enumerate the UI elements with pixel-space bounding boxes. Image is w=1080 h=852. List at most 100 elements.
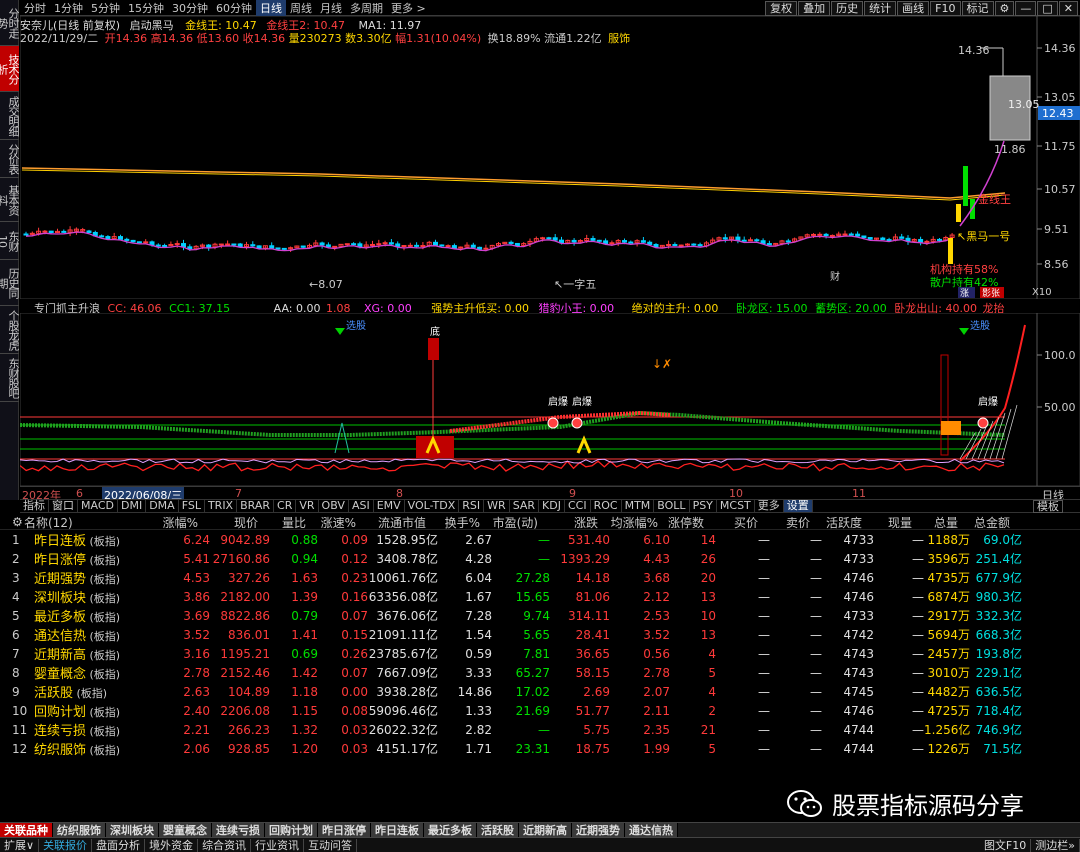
- related-tab-2[interactable]: 深圳板块: [106, 823, 159, 837]
- vtab-0[interactable]: 分时走势: [0, 0, 20, 46]
- indicator-tab-25[interactable]: 设置: [783, 500, 813, 512]
- row-name[interactable]: 最近多板 (板指): [30, 606, 142, 625]
- row-name[interactable]: 近期新高 (板指): [30, 644, 142, 663]
- indicator-tab-4[interactable]: DMA: [146, 500, 179, 512]
- toolbar-button-1[interactable]: 叠加: [798, 0, 831, 16]
- row-name[interactable]: 昨日涨停 (板指): [30, 549, 142, 568]
- vtab-7[interactable]: 个股龙虎: [0, 306, 20, 354]
- table-row[interactable]: 4 深圳板块 (板指) 3.86 2182.00 1.39 0.16 63356.08亿 1.…: [0, 587, 1080, 607]
- indicator-tab-22[interactable]: PSY: [690, 500, 717, 512]
- table-row[interactable]: 3 近期强势 (板指) 4.53 327.26 1.63 0.23 10061.76亿 6.0…: [0, 568, 1080, 588]
- row-name[interactable]: 深圳板块 (板指): [30, 587, 142, 606]
- close-icon[interactable]: ✕: [1058, 0, 1078, 16]
- table-row[interactable]: 10 回购计划 (板指) 2.40 2206.08 1.15 0.08 59096.46亿 1…: [0, 701, 1080, 721]
- period-tab-4[interactable]: 30分钟: [168, 0, 212, 16]
- table-row[interactable]: 5 最近多板 (板指) 3.69 8822.86 0.79 0.07 3676.06亿 7.2…: [0, 606, 1080, 626]
- period-tab-1[interactable]: 1分钟: [50, 0, 87, 16]
- col-header-6[interactable]: 换手%: [426, 514, 480, 531]
- status-item-5[interactable]: 行业资讯: [251, 838, 305, 852]
- indicator-tab-9[interactable]: VR: [296, 500, 319, 512]
- row-name[interactable]: 昨日连板 (板指): [30, 530, 142, 549]
- vtab-8[interactable]: 东财股吧: [0, 354, 20, 402]
- table-row[interactable]: 11 连续亏损 (板指) 2.21 266.23 1.32 0.03 26022.32亿 2.…: [0, 720, 1080, 740]
- minimize-icon[interactable]: —: [1015, 0, 1037, 16]
- table-row[interactable]: 8 婴童概念 (板指) 2.78 2152.46 1.42 0.07 7667.09亿 3.3…: [0, 663, 1080, 683]
- settings-gear-icon[interactable]: ⚙: [0, 515, 23, 529]
- status-item-6[interactable]: 互动问答: [304, 838, 358, 852]
- related-tab-0[interactable]: 关联品种: [0, 823, 53, 837]
- col-header-5[interactable]: 流通市值: [356, 514, 426, 531]
- col-header-16[interactable]: 总金额: [958, 514, 1010, 531]
- period-tab-10[interactable]: 更多 >: [387, 0, 430, 16]
- toolbar-button-2[interactable]: 历史: [831, 0, 864, 16]
- col-header-12[interactable]: 卖价: [758, 514, 810, 531]
- template-button[interactable]: 模板: [1033, 500, 1063, 513]
- indicator-tab-17[interactable]: KDJ: [539, 500, 565, 512]
- indicator-tab-19[interactable]: ROC: [591, 500, 622, 512]
- vtab-5[interactable]: 东财10: [0, 222, 20, 260]
- toolbar-button-0[interactable]: 复权: [765, 0, 798, 16]
- period-tab-2[interactable]: 5分钟: [87, 0, 124, 16]
- indicator-tab-23[interactable]: MCST: [717, 500, 755, 512]
- row-name[interactable]: 近期强势 (板指): [30, 568, 142, 587]
- col-header-0[interactable]: 名称(12): [14, 514, 130, 531]
- indicator-tab-1[interactable]: 窗口: [49, 500, 78, 512]
- period-tab-6[interactable]: 日线: [256, 0, 286, 16]
- period-tab-7[interactable]: 周线: [286, 0, 316, 16]
- period-tab-0[interactable]: 分时: [20, 0, 50, 16]
- row-name[interactable]: 连续亏损 (板指): [30, 720, 142, 739]
- row-name[interactable]: 活跃股 (板指): [30, 682, 142, 701]
- col-header-8[interactable]: 涨跌: [538, 514, 598, 531]
- toolbar-button-7[interactable]: ⚙: [994, 0, 1015, 16]
- period-tab-5[interactable]: 60分钟: [212, 0, 256, 16]
- col-header-4[interactable]: 涨速%: [306, 514, 356, 531]
- col-header-1[interactable]: 涨幅%: [130, 514, 198, 531]
- related-tab-5[interactable]: 回购计划: [265, 823, 318, 837]
- row-name[interactable]: 回购计划 (板指): [30, 701, 142, 720]
- toolbar-button-6[interactable]: 标记: [961, 0, 994, 16]
- related-tab-6[interactable]: 昨日涨停: [318, 823, 371, 837]
- col-header-7[interactable]: 市盈(动): [480, 514, 538, 531]
- related-tab-4[interactable]: 连续亏损: [212, 823, 265, 837]
- indicator-tab-2[interactable]: MACD: [78, 500, 118, 512]
- indicator-tab-13[interactable]: VOL-TDX: [405, 500, 460, 512]
- related-tab-10[interactable]: 近期新高: [519, 823, 572, 837]
- indicator-tab-15[interactable]: WR: [484, 500, 510, 512]
- indicator-tab-18[interactable]: CCI: [565, 500, 591, 512]
- row-name[interactable]: 通达信热 (板指): [30, 625, 142, 644]
- indicator-tab-7[interactable]: BRAR: [237, 500, 275, 512]
- vtab-3[interactable]: 分价表: [0, 140, 20, 178]
- col-header-11[interactable]: 买价: [704, 514, 758, 531]
- toolbar-button-4[interactable]: 画线: [897, 0, 930, 16]
- indicator-tab-20[interactable]: MTM: [622, 500, 655, 512]
- toolbar-button-3[interactable]: 统计: [864, 0, 897, 16]
- indicator-tab-10[interactable]: OBV: [319, 500, 349, 512]
- related-tab-12[interactable]: 通达信热: [625, 823, 678, 837]
- related-tab-1[interactable]: 纺织服饰: [53, 823, 106, 837]
- sub-indicator-chart[interactable]: 100.050.00底选股 选股↓✗启爆 启爆 启爆: [20, 313, 1080, 486]
- row-name[interactable]: 婴童概念 (板指): [30, 663, 142, 682]
- related-tab-7[interactable]: 昨日连板: [371, 823, 424, 837]
- candlestick-chart[interactable]: 14.36 13.05 11.75 10.57 9.51 8.56 12.43 14.36 13…: [20, 16, 1080, 299]
- col-header-3[interactable]: 量比: [258, 514, 306, 531]
- vtab-2[interactable]: 成交明细: [0, 92, 20, 140]
- table-row[interactable]: 7 近期新高 (板指) 3.16 1195.21 0.69 0.26 23785.67亿 0.…: [0, 644, 1080, 664]
- status-item-0[interactable]: 扩展∨: [0, 838, 40, 852]
- col-header-15[interactable]: 总量: [912, 514, 958, 531]
- col-header-14[interactable]: 现量: [862, 514, 912, 531]
- col-header-13[interactable]: 活跃度: [810, 514, 862, 531]
- table-row[interactable]: 9 活跃股 (板指) 2.63 104.89 1.18 0.00 3938.28亿 14.86…: [0, 682, 1080, 702]
- status-item-3[interactable]: 境外资金: [145, 838, 199, 852]
- row-name[interactable]: 纺织服饰 (板指): [30, 739, 142, 758]
- status-item-4[interactable]: 综合资讯: [198, 838, 252, 852]
- related-tab-11[interactable]: 近期强势: [572, 823, 625, 837]
- indicator-tab-11[interactable]: ASI: [349, 500, 374, 512]
- col-header-9[interactable]: 均涨幅%: [598, 514, 658, 531]
- related-tab-8[interactable]: 最近多板: [424, 823, 477, 837]
- table-row[interactable]: 2 昨日涨停 (板指) 5.41 27160.86 0.94 0.12 3408.78亿 4.…: [0, 549, 1080, 569]
- col-header-10[interactable]: 涨停数: [658, 514, 704, 531]
- related-tab-3[interactable]: 婴童概念: [159, 823, 212, 837]
- vtab-6[interactable]: 历史同期: [0, 260, 20, 306]
- table-row[interactable]: 12 纺织服饰 (板指) 2.06 928.85 1.20 0.03 4151.17亿 1.7…: [0, 739, 1080, 759]
- period-tab-8[interactable]: 月线: [316, 0, 346, 16]
